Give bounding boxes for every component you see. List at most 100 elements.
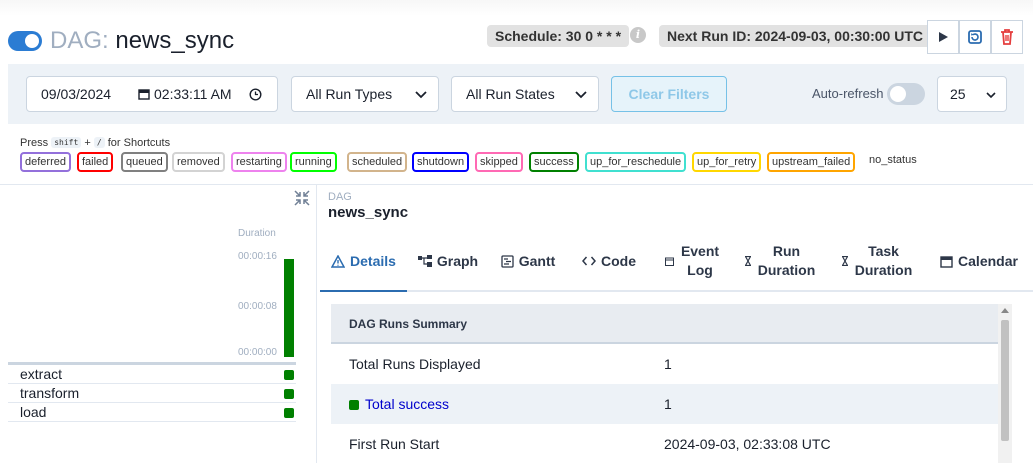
shortcut-key-slash: / [93, 137, 105, 148]
dag-runs-summary: DAG Runs Summary Total Runs Displayed 1 … [331, 304, 998, 464]
trigger-dag-button[interactable] [927, 20, 959, 54]
state-badge[interactable]: up_for_retry [692, 152, 762, 172]
details-tabs: Details Graph Gantt Code Event Log Run D… [320, 232, 1033, 292]
panel-divider [316, 185, 317, 463]
state-badge[interactable]: failed [77, 152, 114, 172]
calendar-small-icon [665, 257, 674, 266]
row-key: First Run Start [349, 436, 440, 452]
chevron-down-icon [575, 91, 587, 99]
time-value: 02:33:11 AM [154, 86, 232, 102]
state-badge[interactable]: shutdown [412, 152, 470, 172]
total-success-link[interactable]: Total success [349, 396, 449, 412]
summary-title: DAG Runs Summary [349, 317, 468, 331]
state-badge[interactable]: success [529, 152, 579, 172]
calendar-icon [940, 255, 953, 268]
tab-label: Run Duration [757, 243, 816, 278]
tab-event-log[interactable]: Event Log [650, 232, 736, 290]
shortcut-for: for Shortcuts [107, 137, 171, 149]
table-row: First Run Start 2024-09-03, 02:33:08 UTC [331, 424, 998, 464]
auto-refresh-toggle[interactable] [887, 83, 925, 105]
dag-breadcrumb-name[interactable]: news_sync [328, 204, 408, 221]
collapse-icon[interactable] [294, 190, 310, 206]
tab-calendar[interactable]: Calendar [930, 232, 1028, 290]
duration-tick: 00:00:16 [238, 251, 277, 262]
tab-graph[interactable]: Graph [408, 232, 488, 290]
task-instance-square[interactable] [284, 370, 294, 380]
hourglass-icon [841, 256, 848, 266]
task-name: transform [20, 385, 80, 401]
run-duration-bar[interactable] [284, 259, 294, 357]
chevron-down-icon [986, 92, 996, 99]
state-badge[interactable]: deferred [20, 152, 71, 172]
shortcut-press: Press [20, 137, 49, 149]
execution-date-input[interactable]: 09/03/2024 02:33:11 AM [26, 76, 278, 112]
tab-label: Code [601, 252, 636, 269]
duration-tick: 00:00:08 [238, 301, 277, 312]
row-value: 1 [664, 396, 672, 412]
trash-icon [1001, 29, 1013, 45]
page-size-value: 25 [950, 86, 966, 102]
dag-header: DAG: news_sync Schedule: 30 0 * * * i Ne… [0, 16, 1033, 64]
state-badge[interactable]: no_status [866, 152, 920, 172]
state-badge[interactable]: up_for_reschedule [585, 152, 687, 172]
duration-tick: 00:00:00 [238, 347, 277, 358]
summary-header: DAG Runs Summary [331, 304, 998, 344]
tab-label: Event Log [680, 243, 720, 278]
table-row: Total Runs Displayed 1 [331, 344, 998, 384]
row-value: 2024-09-03, 02:33:08 UTC [664, 436, 831, 452]
task-name: load [20, 404, 47, 420]
state-badge[interactable]: running [290, 152, 337, 172]
dag-id: news_sync [115, 27, 235, 54]
state-badge[interactable]: removed [172, 152, 225, 172]
tab-code[interactable]: Code [570, 232, 648, 290]
clear-filters-button[interactable]: Clear Filters [611, 76, 727, 112]
task-instance-square[interactable] [284, 408, 294, 418]
tab-run-duration[interactable]: Run Duration [736, 232, 824, 290]
dag-prefix: DAG: [50, 27, 109, 54]
state-badges: deferred failed queued removed restarting run… [20, 152, 1020, 172]
success-square [349, 400, 359, 410]
duration-axis-label: Duration [238, 228, 276, 239]
top-strip [0, 0, 1033, 16]
task-row[interactable]: transform [8, 384, 296, 403]
scrollbar-thumb[interactable] [1001, 320, 1009, 441]
dag-breadcrumb-label: DAG [328, 191, 352, 203]
state-badge[interactable]: scheduled [347, 152, 408, 172]
delete-dag-button[interactable] [991, 20, 1023, 54]
table-row: Total success 1 [331, 384, 998, 424]
tab-task-duration[interactable]: Task Duration [832, 232, 922, 290]
scroll-up-icon[interactable] [1001, 307, 1009, 313]
shortcut-key-shift: shift [51, 137, 82, 148]
next-run-badge: Next Run ID: 2024-09-03, 00:30:00 UTC [659, 25, 931, 47]
task-row[interactable]: extract [8, 365, 296, 384]
shortcut-plus: + [84, 137, 91, 149]
play-icon [939, 32, 948, 42]
tab-label: Graph [436, 252, 479, 269]
page-size-select[interactable]: 25 [937, 76, 1007, 112]
filter-bar: 09/03/2024 02:33:11 AM All Run Types All… [8, 64, 1024, 124]
run-type-value: All Run Types [306, 86, 393, 102]
run-state-value: All Run States [466, 86, 555, 102]
task-instance-square[interactable] [284, 389, 294, 399]
row-value: 1 [664, 356, 672, 372]
schedule-badge: Schedule: 30 0 * * * [487, 25, 630, 47]
tab-details[interactable]: Details [320, 232, 407, 292]
tab-gantt[interactable]: Gantt [488, 232, 568, 290]
state-badge[interactable]: skipped [475, 152, 523, 172]
tab-label: Details [350, 252, 396, 269]
run-type-select[interactable]: All Run Types [291, 76, 439, 112]
state-badge[interactable]: queued [121, 152, 168, 172]
chevron-down-icon [415, 91, 427, 99]
state-badge[interactable]: upstream_failed [767, 152, 856, 172]
run-state-select[interactable]: All Run States [451, 76, 599, 112]
dag-pause-toggle[interactable] [8, 31, 42, 51]
task-name: extract [20, 366, 63, 382]
row-key: Total success [365, 396, 450, 412]
info-icon[interactable]: i [630, 27, 646, 43]
shortcut-hint: Press shift + / for Shortcuts [20, 136, 1020, 150]
parse-dag-button[interactable] [959, 20, 991, 54]
clock-icon [249, 88, 262, 101]
task-row[interactable]: load [8, 403, 296, 422]
state-badge[interactable]: restarting [231, 152, 287, 172]
state-legend: Press shift + / for Shortcuts deferred fa… [20, 136, 1020, 172]
